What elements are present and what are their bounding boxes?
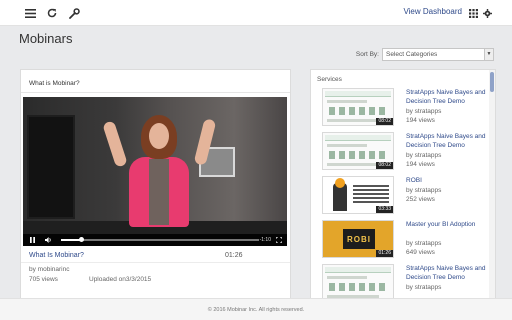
progress-track[interactable] bbox=[61, 237, 259, 242]
thumb-text-lines bbox=[353, 185, 389, 203]
service-title-link[interactable]: StratApps Naive Bayes and Decision Tree … bbox=[406, 264, 486, 282]
wrench-icon[interactable] bbox=[66, 5, 82, 21]
video-title-link[interactable]: What Is Mobinar? bbox=[29, 252, 84, 259]
fullscreen-icon[interactable] bbox=[274, 234, 284, 246]
thumb-header bbox=[325, 267, 391, 273]
service-author: by stratapps bbox=[406, 284, 442, 291]
video-thumbnail[interactable] bbox=[322, 264, 394, 300]
divider bbox=[21, 92, 290, 93]
service-views: 252 views bbox=[406, 196, 435, 203]
video-frame-shirt bbox=[149, 159, 169, 225]
video-thumbnail[interactable]: 08:02 bbox=[322, 88, 394, 126]
video-frame-tv bbox=[27, 115, 75, 219]
thumb-line bbox=[327, 119, 379, 122]
sort-row: Sort By: Select Categories ▼ bbox=[356, 48, 494, 61]
scrollbar-thumb[interactable] bbox=[490, 72, 494, 92]
progress-handle[interactable] bbox=[78, 237, 84, 242]
list-item[interactable]: 08:02 StratApps Naive Bayes and Decision … bbox=[322, 132, 490, 174]
service-title-link[interactable]: StratApps Naive Bayes and Decision Tree … bbox=[406, 132, 486, 150]
thumbnail-duration: 01:26 bbox=[376, 250, 393, 257]
main-content: Mobinars Sort By: Select Categories ▼ Wh… bbox=[0, 26, 512, 301]
service-author: by stratapps bbox=[406, 108, 442, 115]
video-thumbnail[interactable]: 08:02 bbox=[322, 132, 394, 170]
service-author: by stratapps bbox=[406, 240, 442, 247]
thumbnail-duration: 08:02 bbox=[376, 162, 393, 169]
player-controls: -1:10 bbox=[23, 234, 287, 246]
divider bbox=[21, 262, 290, 263]
service-views: 194 views bbox=[406, 117, 435, 124]
footer: © 2016 Mobinar Inc. All rights reserved. bbox=[0, 298, 512, 320]
list-item[interactable]: StratApps Naive Bayes and Decision Tree … bbox=[322, 264, 490, 300]
volume-icon[interactable] bbox=[43, 234, 53, 246]
time-remaining: -1:10 bbox=[259, 237, 271, 243]
services-heading: Services bbox=[317, 76, 342, 83]
thumbnail-duration: 03:33 bbox=[376, 206, 393, 213]
video-upload-date: Uploaded on3/3/2015 bbox=[89, 276, 152, 283]
video-thumbnail[interactable]: 03:33 bbox=[322, 176, 394, 214]
video-author: by mobinarinc bbox=[29, 266, 70, 273]
top-bar: View Dashboard bbox=[0, 0, 512, 26]
page-title: Mobinars bbox=[19, 31, 73, 46]
list-item[interactable]: 08:02 StratApps Naive Bayes and Decision … bbox=[322, 88, 490, 130]
view-dashboard-link[interactable]: View Dashboard bbox=[403, 7, 462, 16]
service-author: by stratapps bbox=[406, 152, 442, 159]
thumbnail-duration: 08:02 bbox=[376, 118, 393, 125]
thumb-figure-head bbox=[335, 178, 345, 188]
sort-select[interactable]: Select Categories ▼ bbox=[382, 48, 494, 61]
list-item[interactable]: ROBI 01:26 Master your BI Adoption by strat… bbox=[322, 220, 490, 262]
thumb-header bbox=[325, 91, 391, 97]
service-author: by stratapps bbox=[406, 187, 442, 194]
refresh-icon[interactable] bbox=[44, 5, 60, 21]
hamburger-icon[interactable] bbox=[22, 5, 38, 21]
thumb-line bbox=[327, 163, 379, 166]
service-title-link[interactable]: StratApps Naive Bayes and Decision Tree … bbox=[406, 88, 486, 106]
pause-icon[interactable] bbox=[27, 234, 37, 246]
gear-icon[interactable] bbox=[479, 5, 495, 21]
video-frame-face bbox=[149, 123, 169, 149]
services-panel: Services 08:02 StratApps Naive Bayes and … bbox=[310, 69, 496, 301]
thumb-line bbox=[327, 144, 367, 147]
video-views: 705 views bbox=[29, 276, 58, 283]
list-item[interactable]: 03:33 ROBI by stratapps 252 views bbox=[322, 176, 490, 218]
sort-select-value: Select Categories bbox=[386, 51, 438, 58]
copyright-text: © 2016 Mobinar Inc. All rights reserved. bbox=[207, 306, 305, 313]
service-title-link[interactable]: ROBI bbox=[406, 176, 486, 185]
chevron-down-icon[interactable]: ▼ bbox=[484, 49, 493, 60]
video-panel: What is Mobinar? -1:10 What Is Mobinar? … bbox=[20, 69, 291, 301]
video-duration: 01:26 bbox=[225, 252, 243, 259]
progress-fill bbox=[61, 239, 81, 241]
thumb-line bbox=[327, 276, 367, 279]
thumb-header bbox=[325, 135, 391, 141]
thumb-badge: ROBI bbox=[343, 229, 375, 249]
service-views: 649 views bbox=[406, 249, 435, 256]
video-player[interactable]: -1:10 bbox=[23, 97, 287, 246]
thumb-diagram bbox=[329, 107, 385, 115]
thumb-diagram bbox=[329, 151, 385, 159]
thumb-diagram bbox=[329, 283, 385, 291]
video-thumbnail[interactable]: ROBI 01:26 bbox=[322, 220, 394, 258]
service-title-link[interactable]: Master your BI Adoption bbox=[406, 220, 486, 229]
sort-label: Sort By: bbox=[355, 51, 379, 58]
service-views: 194 views bbox=[406, 161, 435, 168]
thumb-line bbox=[327, 100, 367, 103]
video-panel-title: What is Mobinar? bbox=[29, 80, 80, 87]
